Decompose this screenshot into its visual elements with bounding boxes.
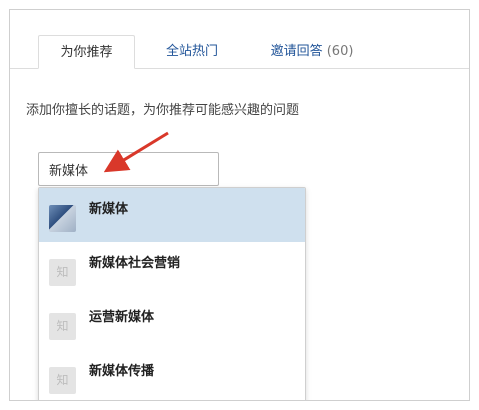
tab-recommended-label: 为你推荐: [60, 45, 113, 60]
topic-image-icon: [49, 205, 76, 232]
tab-invited-answers[interactable]: 邀请回答 (60): [256, 35, 368, 69]
suggestion-label: 新媒体社会营销: [89, 256, 181, 271]
zhi-placeholder-icon: 知: [49, 259, 76, 286]
tab-recommended[interactable]: 为你推荐: [38, 35, 135, 69]
tab-site-hot-label: 全站热门: [165, 44, 218, 59]
zhi-placeholder-icon: 知: [49, 367, 76, 394]
suggestion-item[interactable]: 知 新媒体传播: [39, 350, 305, 400]
suggestion-item[interactable]: 知 新媒体社会营销: [39, 242, 305, 296]
topic-suggestion-dropdown: 新媒体 知 新媒体社会营销 知 运营新媒体 知 新媒体传播: [38, 187, 306, 400]
suggestion-item[interactable]: 知 运营新媒体: [39, 296, 305, 350]
tab-invited-answers-label: 邀请回答: [270, 44, 323, 59]
suggestion-label: 新媒体: [89, 202, 129, 217]
invited-count-badge: (60): [326, 44, 354, 59]
topic-search-input[interactable]: [38, 152, 219, 186]
suggestion-label: 新媒体传播: [89, 364, 155, 379]
suggestion-item[interactable]: 新媒体: [39, 188, 305, 242]
tab-site-hot[interactable]: 全站热门: [156, 35, 228, 69]
topic-panel: 为你推荐 全站热门 邀请回答 (60) 添加你擅长的话题，为你推荐可能感兴趣的问…: [9, 9, 470, 401]
zhi-placeholder-icon: 知: [49, 313, 76, 340]
suggestion-label: 运营新媒体: [89, 310, 155, 325]
topic-hint-text: 添加你擅长的话题，为你推荐可能感兴趣的问题: [26, 103, 300, 118]
